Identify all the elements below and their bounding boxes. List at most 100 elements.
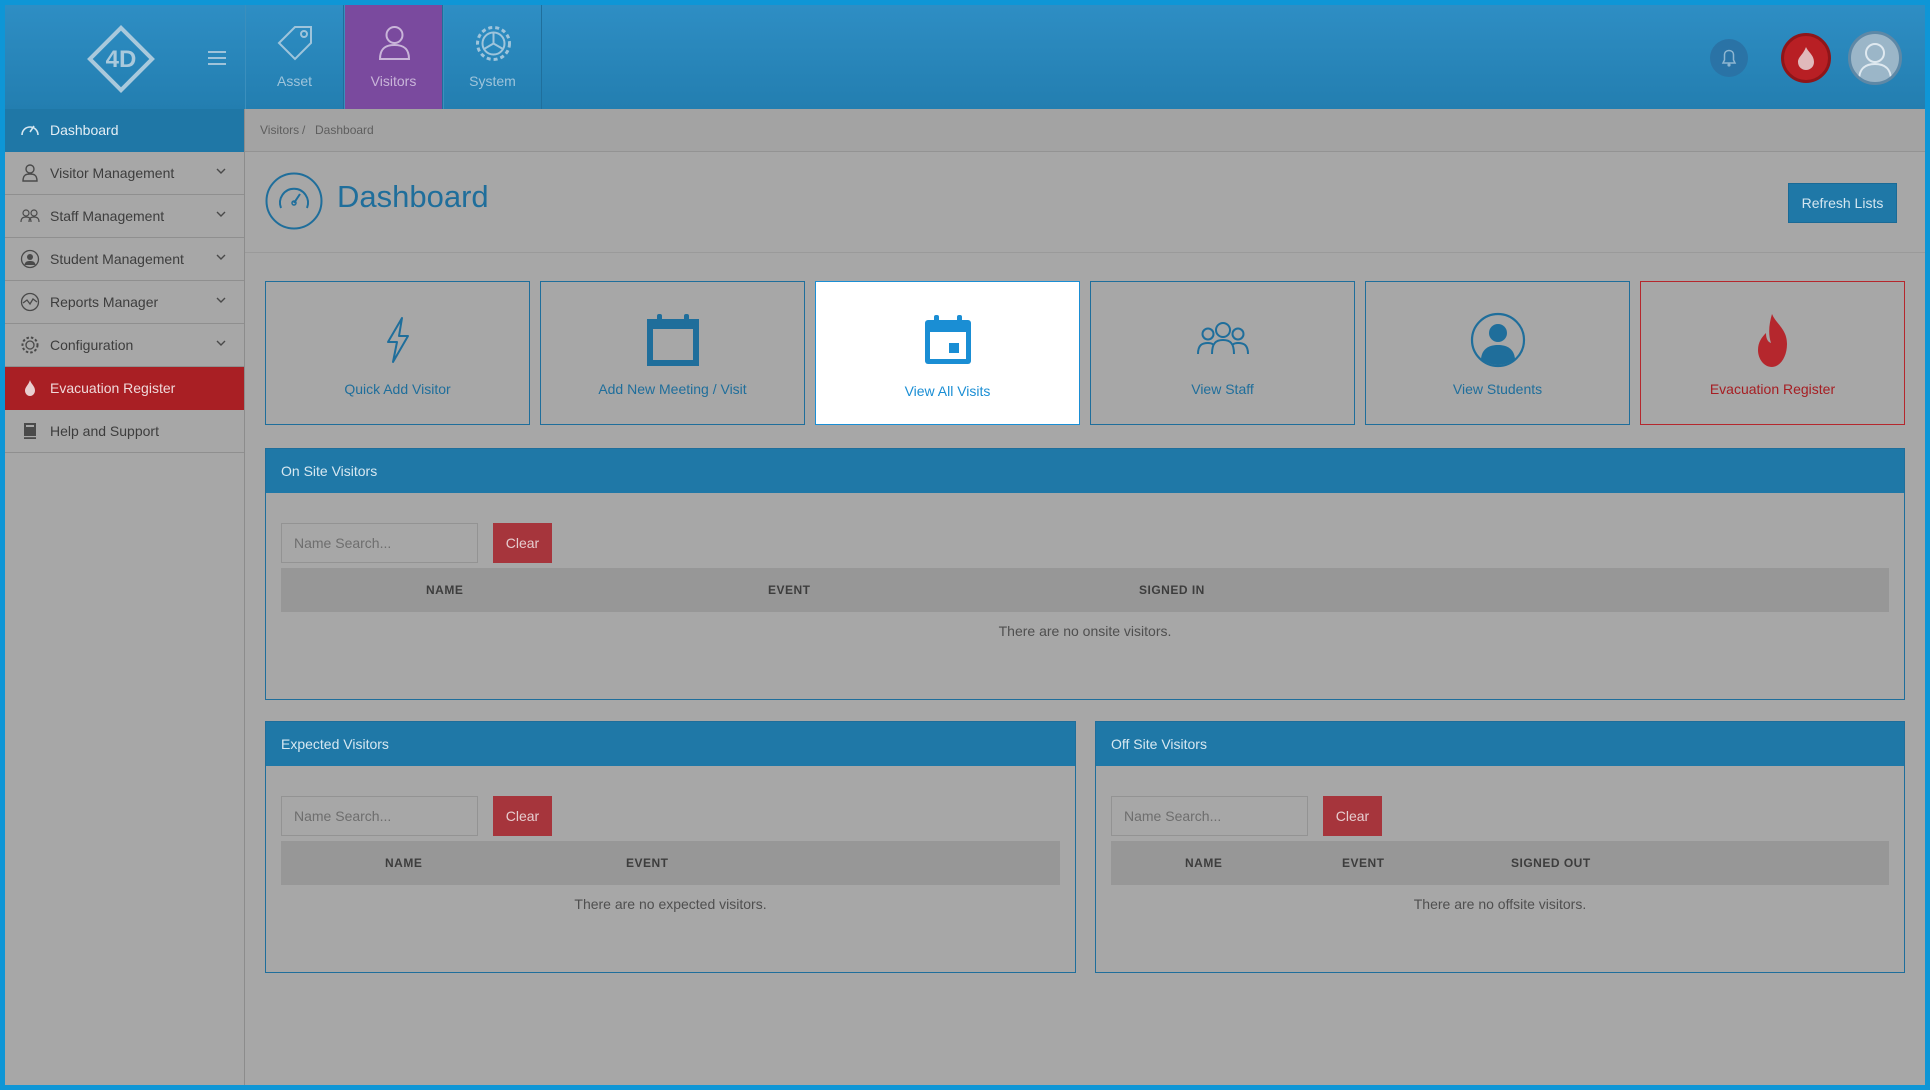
sidebar-item-student-management[interactable]: Student Management xyxy=(5,238,244,281)
column-header-event[interactable]: EVENT xyxy=(1342,856,1385,870)
speedometer-icon xyxy=(20,120,40,140)
breadcrumb-current: Dashboard xyxy=(315,123,374,137)
onsite-visitors-panel: On Site Visitors Clear NAME EVENT SIGNED… xyxy=(265,448,1905,700)
page-title: Dashboard xyxy=(337,179,489,214)
column-header-signed-out[interactable]: SIGNED OUT xyxy=(1511,856,1591,870)
calendar-day-icon xyxy=(924,315,971,364)
column-header-name[interactable]: NAME xyxy=(426,583,463,597)
sidebar-item-reports-manager[interactable]: Reports Manager xyxy=(5,281,244,324)
tile-label: Evacuation Register xyxy=(1709,381,1836,397)
svg-text:4D: 4D xyxy=(106,46,137,73)
hamburger-menu-icon[interactable] xyxy=(208,51,226,65)
bell-icon xyxy=(1721,49,1737,67)
person-icon xyxy=(20,163,40,183)
column-header-signed-in[interactable]: SIGNED IN xyxy=(1139,583,1205,597)
speedometer-icon xyxy=(265,172,323,230)
app-window: 4D Asset Visitors System Dashboard Visit… xyxy=(5,5,1925,1085)
table-header: NAME EVENT SIGNED OUT xyxy=(1111,841,1889,885)
onsite-search-input[interactable] xyxy=(281,523,478,563)
sidebar-item-label: Staff Management xyxy=(50,208,165,224)
tile-view-all-visits[interactable]: View All Visits xyxy=(815,281,1080,425)
fire-icon xyxy=(1757,314,1787,367)
table-header: NAME EVENT xyxy=(281,841,1060,885)
sidebar-item-help-and-support[interactable]: Help and Support xyxy=(5,410,244,453)
tile-quick-add-visitor[interactable]: Quick Add Visitor xyxy=(265,281,530,425)
panel-title: Expected Visitors xyxy=(266,722,1075,766)
empty-message: There are no expected visitors. xyxy=(574,896,767,912)
column-header-name[interactable]: NAME xyxy=(1185,856,1222,870)
group-icon xyxy=(1196,322,1249,355)
notifications-button[interactable] xyxy=(1710,39,1748,77)
panel-title: On Site Visitors xyxy=(266,449,1904,493)
tile-add-new-meeting[interactable]: Add New Meeting / Visit xyxy=(540,281,805,425)
quick-action-tiles: Quick Add Visitor Add New Meeting / Visi… xyxy=(265,281,1905,425)
divider xyxy=(245,252,1925,253)
lightning-icon xyxy=(386,317,409,363)
tile-label: Quick Add Visitor xyxy=(344,381,451,397)
sidebar-item-label: Visitor Management xyxy=(50,165,175,181)
calendar-icon xyxy=(646,314,699,366)
sidebar-item-visitor-management[interactable]: Visitor Management xyxy=(5,152,244,195)
tile-view-staff[interactable]: View Staff xyxy=(1090,281,1355,425)
sidebar-item-evacuation-register[interactable]: Evacuation Register xyxy=(5,367,244,410)
tile-label: Add New Meeting / Visit xyxy=(598,381,747,397)
panel-title: Off Site Visitors xyxy=(1096,722,1904,766)
empty-message: There are no onsite visitors. xyxy=(998,623,1172,639)
onsite-clear-button[interactable]: Clear xyxy=(493,523,552,563)
topnav-label: Asset xyxy=(276,73,312,89)
topnav-visitors[interactable]: Visitors xyxy=(344,5,443,109)
tile-label: View Staff xyxy=(1191,381,1254,397)
person-icon xyxy=(378,26,411,60)
refresh-lists-button[interactable]: Refresh Lists xyxy=(1788,183,1897,223)
chevron-down-icon xyxy=(216,254,226,260)
empty-message: There are no offsite visitors. xyxy=(1413,896,1587,912)
column-header-event[interactable]: EVENT xyxy=(768,583,811,597)
column-header-event[interactable]: EVENT xyxy=(626,856,669,870)
offsite-search-input[interactable] xyxy=(1111,796,1308,836)
user-icon xyxy=(1858,43,1892,81)
sidebar-item-staff-management[interactable]: Staff Management xyxy=(5,195,244,238)
chevron-down-icon xyxy=(216,297,226,303)
tile-evacuation-register[interactable]: Evacuation Register xyxy=(1640,281,1905,425)
expected-clear-button[interactable]: Clear xyxy=(493,796,552,836)
gear-icon xyxy=(20,335,40,355)
breadcrumb-separator: / xyxy=(302,123,306,137)
sidebar-item-label: Dashboard xyxy=(50,122,119,138)
tile-view-students[interactable]: View Students xyxy=(1365,281,1630,425)
topnav-system[interactable]: System xyxy=(443,5,542,109)
sidebar-item-label: Help and Support xyxy=(50,423,159,439)
sidebar: Dashboard Visitor Management Staff Manag… xyxy=(5,109,245,1085)
tile-label: View Students xyxy=(1452,381,1543,397)
offsite-clear-button[interactable]: Clear xyxy=(1323,796,1382,836)
fire-icon xyxy=(1798,47,1814,70)
student-icon xyxy=(1470,312,1525,368)
sidebar-item-label: Reports Manager xyxy=(50,294,159,310)
book-icon xyxy=(20,421,40,441)
user-avatar[interactable] xyxy=(1848,31,1902,85)
evacuation-alert-button[interactable] xyxy=(1781,33,1831,83)
student-icon xyxy=(20,249,40,269)
topnav-label: Visitors xyxy=(370,73,417,89)
app-logo[interactable]: 4D xyxy=(85,23,157,95)
logo-area: 4D xyxy=(5,5,245,109)
tag-icon xyxy=(277,26,312,61)
sidebar-item-dashboard[interactable]: Dashboard xyxy=(5,109,244,152)
table-header: NAME EVENT SIGNED IN xyxy=(281,568,1889,612)
sidebar-item-label: Evacuation Register xyxy=(50,380,176,396)
chevron-down-icon xyxy=(216,211,226,217)
tile-label: View All Visits xyxy=(904,383,991,399)
sidebar-item-configuration[interactable]: Configuration xyxy=(5,324,244,367)
fire-icon xyxy=(20,378,40,398)
group-icon xyxy=(20,206,40,226)
breadcrumb-link-visitors[interactable]: Visitors xyxy=(260,123,299,137)
topnav-asset[interactable]: Asset xyxy=(245,5,344,109)
chart-icon xyxy=(20,292,40,312)
top-bar: 4D Asset Visitors System xyxy=(5,5,1925,109)
gear-icon xyxy=(476,26,511,61)
top-nav: Asset Visitors System xyxy=(245,5,542,109)
expected-search-input[interactable] xyxy=(281,796,478,836)
offsite-visitors-panel: Off Site Visitors Clear NAME EVENT SIGNE… xyxy=(1095,721,1905,973)
sidebar-item-label: Student Management xyxy=(50,251,184,267)
column-header-name[interactable]: NAME xyxy=(385,856,422,870)
breadcrumb: Visitors / Dashboard xyxy=(245,109,1925,152)
